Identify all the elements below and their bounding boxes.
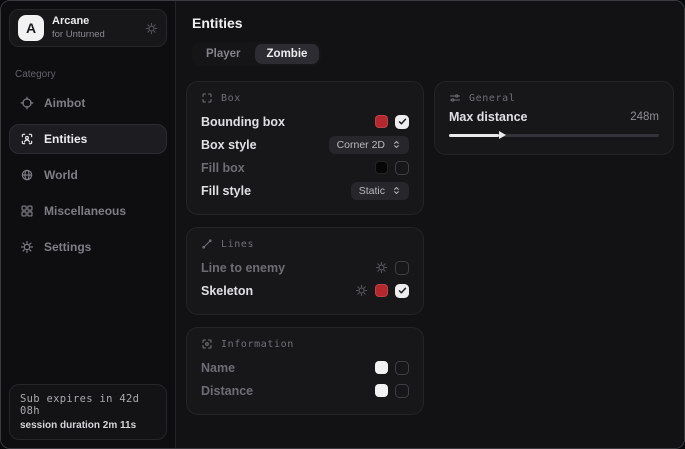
setting-row-bounding-box: Bounding box — [201, 110, 409, 133]
color-swatch[interactable] — [375, 384, 388, 397]
max-distance-slider[interactable] — [449, 128, 659, 142]
sidebar-item-label: Aimbot — [44, 96, 85, 110]
box-corners-icon — [201, 92, 213, 104]
tab-zombie[interactable]: Zombie — [255, 44, 320, 64]
sidebar-nav: Aimbot Entities World — [1, 88, 175, 262]
setting-label: Max distance — [449, 110, 528, 124]
box-card-header: Box — [201, 92, 409, 104]
brand-logo: A — [18, 15, 44, 41]
information-card: Information Name Distance — [186, 327, 424, 415]
setting-label: Line to enemy — [201, 261, 285, 275]
main-panel: Entities Player Zombie Box — [176, 1, 685, 448]
subscription-expiry: Sub expires in 42d 08h — [20, 393, 156, 417]
lines-card-title: Lines — [221, 239, 254, 250]
sidebar-item-label: Settings — [44, 240, 91, 254]
sidebar-item-label: Entities — [44, 132, 87, 146]
setting-label: Fill style — [201, 184, 251, 198]
checkbox-unchecked[interactable] — [395, 361, 409, 375]
box-style-dropdown[interactable]: Corner 2D — [329, 136, 409, 154]
gear-icon — [20, 240, 34, 254]
focus-target-icon — [201, 338, 213, 350]
color-swatch[interactable] — [375, 115, 388, 128]
diagonal-line-icon — [201, 238, 213, 250]
box-card-title: Box — [221, 93, 241, 104]
setting-label: Distance — [201, 384, 253, 398]
general-card-title: General — [469, 93, 515, 104]
checkbox-unchecked[interactable] — [395, 261, 409, 275]
setting-label: Skeleton — [201, 284, 253, 298]
general-card: General Max distance 248m — [434, 81, 674, 155]
lines-card-header: Lines — [201, 238, 409, 250]
checkbox-unchecked[interactable] — [395, 161, 409, 175]
tab-player[interactable]: Player — [194, 44, 253, 64]
brand-card: A Arcane for Unturned — [9, 9, 167, 47]
setting-row-max-distance: Max distance 248m — [449, 110, 659, 124]
setting-row-name: Name — [201, 356, 409, 379]
sidebar-item-settings[interactable]: Settings — [9, 232, 167, 262]
setting-row-distance: Distance — [201, 379, 409, 402]
sidebar-item-label: World — [44, 168, 78, 182]
left-column: Box Bounding box Box style — [186, 81, 424, 415]
sidebar-item-world[interactable]: World — [9, 160, 167, 190]
crosshair-icon — [20, 96, 34, 110]
check-icon — [398, 117, 407, 126]
subscription-card: Sub expires in 42d 08h session duration … — [9, 384, 167, 440]
sidebar-item-entities[interactable]: Entities — [9, 124, 167, 154]
lines-card: Lines Line to enemy — [186, 227, 424, 315]
checkbox-checked[interactable] — [395, 284, 409, 298]
setting-row-skeleton: Skeleton — [201, 279, 409, 302]
general-card-header: General — [449, 92, 659, 104]
setting-row-line-to-enemy: Line to enemy — [201, 256, 409, 279]
gear-icon[interactable] — [355, 284, 368, 297]
entity-tabs: Player Zombie — [192, 42, 321, 66]
slider-fill-and-thumb[interactable] — [449, 134, 499, 137]
color-swatch[interactable] — [375, 361, 388, 374]
sidebar-item-miscellaneous[interactable]: Miscellaneous — [9, 196, 167, 226]
brand-subtitle: for Unturned — [52, 29, 137, 41]
category-label: Category — [15, 69, 161, 80]
brand-name: Arcane — [52, 15, 137, 29]
settings-content: Box Bounding box Box style — [186, 81, 674, 415]
session-duration: session duration 2m 11s — [20, 420, 156, 431]
chevron-up-down-icon — [392, 186, 401, 195]
sidebar: A Arcane for Unturned Category A — [1, 1, 176, 448]
box-card: Box Bounding box Box style — [186, 81, 424, 215]
setting-row-fill-box: Fill box — [201, 156, 409, 179]
checkbox-checked[interactable] — [395, 115, 409, 129]
checkbox-unchecked[interactable] — [395, 384, 409, 398]
globe-icon — [20, 168, 34, 182]
dropdown-value: Static — [359, 185, 385, 197]
gear-icon[interactable] — [375, 261, 388, 274]
setting-row-box-style: Box style Corner 2D — [201, 133, 409, 156]
color-swatch[interactable] — [375, 284, 388, 297]
setting-label: Bounding box — [201, 115, 285, 129]
setting-label: Box style — [201, 138, 257, 152]
right-column: General Max distance 248m — [434, 81, 674, 155]
brand-text: Arcane for Unturned — [52, 15, 137, 41]
sidebar-item-label: Miscellaneous — [44, 204, 126, 218]
gear-icon[interactable] — [145, 22, 158, 35]
app-window: A Arcane for Unturned Category A — [0, 0, 685, 449]
sliders-icon — [449, 92, 461, 104]
dropdown-value: Corner 2D — [337, 139, 385, 151]
setting-row-fill-style: Fill style Static — [201, 179, 409, 202]
chevron-up-down-icon — [392, 140, 401, 149]
grid-icon — [20, 204, 34, 218]
max-distance-value: 248m — [630, 111, 659, 123]
setting-label: Name — [201, 361, 235, 375]
information-card-title: Information — [221, 339, 294, 350]
sidebar-item-aimbot[interactable]: Aimbot — [9, 88, 167, 118]
page-title: Entities — [192, 15, 674, 31]
check-icon — [398, 286, 407, 295]
information-card-header: Information — [201, 338, 409, 350]
color-swatch[interactable] — [375, 161, 388, 174]
fill-style-dropdown[interactable]: Static — [351, 182, 409, 200]
scan-person-icon — [20, 132, 34, 146]
setting-label: Fill box — [201, 161, 245, 175]
